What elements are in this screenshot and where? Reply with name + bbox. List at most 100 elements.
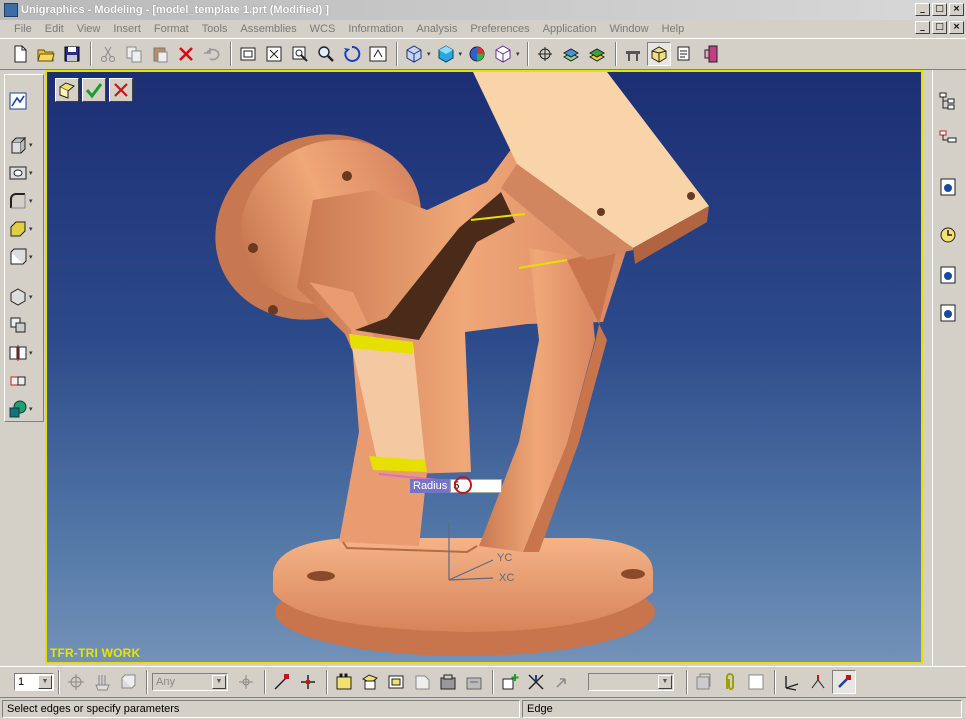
minimize-button[interactable]: _ (915, 3, 930, 16)
select-body-icon[interactable] (384, 670, 408, 694)
point-constructor-icon[interactable] (533, 42, 557, 66)
new-file-icon[interactable] (8, 42, 32, 66)
cut-icon[interactable] (96, 42, 120, 66)
boolean-icon[interactable]: ▾ (9, 397, 37, 421)
system-materials-icon[interactable] (937, 264, 959, 286)
menu-application[interactable]: Application (537, 23, 604, 35)
select-set-icon[interactable] (55, 78, 79, 102)
sketch-icon[interactable] (9, 89, 37, 113)
add-feature-icon[interactable] (498, 670, 522, 694)
select-curve-icon[interactable] (462, 670, 486, 694)
select-component-icon[interactable] (436, 670, 460, 694)
menu-file[interactable]: File (8, 23, 39, 35)
menu-preferences[interactable]: Preferences (464, 23, 536, 35)
maximize-button[interactable]: □ (932, 3, 947, 16)
save-icon[interactable] (60, 42, 84, 66)
layer-select-value: 1 (18, 675, 25, 688)
menu-window[interactable]: Window (603, 23, 655, 35)
paste-icon[interactable] (148, 42, 172, 66)
menu-wcs[interactable]: WCS (304, 23, 343, 35)
manufacturing-application-icon[interactable] (699, 42, 723, 66)
wcs-rotate-icon[interactable] (806, 670, 830, 694)
intersection-icon[interactable] (524, 670, 548, 694)
trim-body-icon[interactable]: ▾ (9, 285, 37, 309)
view-orientation-icon[interactable] (402, 42, 426, 66)
ok-icon[interactable] (82, 78, 106, 102)
cursor-circle-icon (454, 476, 472, 494)
open-folder-icon[interactable] (34, 42, 58, 66)
history-palette-icon[interactable] (937, 176, 959, 198)
shell-icon[interactable]: ▾ (9, 245, 37, 269)
type-filter-select[interactable]: Any ▼ (152, 672, 228, 691)
menu-tools[interactable]: Tools (196, 23, 235, 35)
general-select-icon[interactable] (64, 670, 88, 694)
assembly-navigator-icon[interactable] (621, 42, 645, 66)
menu-information[interactable]: Information (342, 23, 410, 35)
zoom-region-icon[interactable] (288, 42, 312, 66)
menu-assemblies[interactable]: Assemblies (234, 23, 303, 35)
snap-mid-point-icon[interactable] (296, 670, 320, 694)
copy-icon[interactable] (122, 42, 146, 66)
layer-settings-icon[interactable] (559, 42, 583, 66)
system-scenes-icon[interactable] (937, 302, 959, 324)
instance-icon[interactable] (9, 313, 37, 337)
edge-blend-icon[interactable]: ▾ (9, 189, 37, 213)
chamfer-icon[interactable]: ▾ (9, 217, 37, 241)
select-face-icon[interactable] (358, 670, 382, 694)
snap-select[interactable]: ▼ (588, 672, 674, 691)
drafting-application-icon[interactable] (673, 42, 697, 66)
feature-select-icon[interactable] (90, 670, 114, 694)
modeling-application-icon[interactable] (646, 42, 671, 66)
radius-label: Radius (410, 479, 451, 493)
menu-help[interactable]: Help (656, 23, 692, 35)
standard-toolbar: ▾ ▾ ▾ (0, 38, 966, 70)
snap-grid-icon[interactable] (550, 670, 574, 694)
doc-close-button[interactable]: × (949, 21, 964, 34)
pan-icon[interactable] (366, 42, 390, 66)
cancel-icon[interactable] (109, 78, 133, 102)
wcs-origin-icon[interactable] (780, 670, 804, 694)
layer-select[interactable]: 1 ▼ (14, 672, 54, 691)
attach-icon[interactable] (718, 670, 742, 694)
zoom-icon[interactable] (314, 42, 338, 66)
graphics-viewport[interactable]: Radius 5 YC XC TFR-TRI WORK (45, 70, 923, 664)
fit-view-icon[interactable] (236, 42, 260, 66)
select-feature-icon[interactable] (332, 670, 356, 694)
clock-history-icon[interactable] (937, 224, 959, 246)
mirror-icon[interactable]: ▾ (9, 341, 37, 365)
menu-bar: File Edit View Insert Format Tools Assem… (0, 20, 966, 38)
window-title: Unigraphics - Modeling - [model_template… (21, 4, 330, 16)
extrude-icon[interactable]: ▾ (9, 133, 37, 157)
menu-analysis[interactable]: Analysis (410, 23, 464, 35)
body-select-icon[interactable] (116, 670, 140, 694)
color-palette-icon[interactable] (465, 42, 489, 66)
zoom-window-icon[interactable] (262, 42, 286, 66)
undo-icon[interactable] (200, 42, 224, 66)
shaded-display-icon[interactable] (434, 42, 458, 66)
delete-icon[interactable] (174, 42, 198, 66)
layer-visibility-icon[interactable] (585, 42, 609, 66)
menu-insert[interactable]: Insert (107, 23, 148, 35)
menu-edit[interactable]: Edit (39, 23, 71, 35)
rotate-icon[interactable] (340, 42, 364, 66)
menu-view[interactable]: View (71, 23, 108, 35)
brush-select-icon[interactable] (832, 669, 856, 694)
sew-icon[interactable] (9, 369, 37, 393)
snap-end-point-icon[interactable] (270, 670, 294, 694)
close-button[interactable]: × (949, 3, 964, 16)
doc-restore-button[interactable]: □ (932, 21, 947, 34)
select-sheet-icon[interactable] (410, 670, 434, 694)
bracket-model (215, 72, 709, 656)
title-bar: Unigraphics - Modeling - [model_template… (0, 0, 966, 20)
status-prompt: Select edges or specify parameters (2, 700, 520, 718)
snap-point-icon[interactable] (234, 670, 258, 694)
hole-icon[interactable]: ▾ (9, 161, 37, 185)
menu-format[interactable]: Format (148, 23, 196, 35)
part-navigator-icon[interactable] (937, 128, 959, 150)
triad-x-label: XC (499, 572, 515, 584)
copy-paste-icon[interactable] (692, 670, 716, 694)
deselect-icon[interactable] (744, 670, 768, 694)
doc-minimize-button[interactable]: _ (915, 21, 930, 34)
assembly-tree-icon[interactable] (937, 90, 959, 112)
wireframe-icon[interactable] (491, 42, 515, 66)
